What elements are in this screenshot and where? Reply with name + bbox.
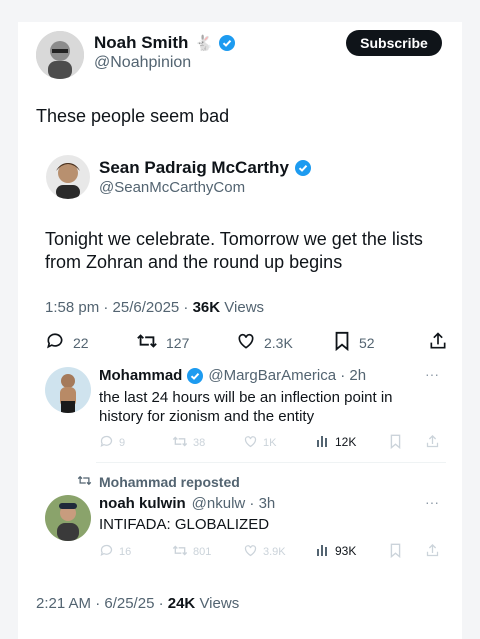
reply2-like-button[interactable]: 3.9K	[243, 543, 286, 561]
more-options-icon[interactable]: ···	[425, 366, 439, 382]
views-chart-icon	[316, 542, 330, 559]
reply2-bookmark-button[interactable]	[389, 543, 402, 561]
like-count: 2.3K	[264, 334, 293, 351]
verified-badge-icon	[219, 35, 236, 51]
reply2-views-count: 93K	[335, 543, 357, 558]
reply1-reply-count: 9	[119, 437, 126, 449]
verified-badge-icon	[187, 367, 204, 384]
outer-author-handle[interactable]: @Noahpinion	[94, 54, 191, 72]
reply1-retweet-count: 38	[193, 437, 206, 449]
repost-icon	[77, 474, 92, 490]
noah-kulwin-avatar[interactable]	[45, 495, 91, 541]
reply1-reply-button[interactable]: 9	[99, 434, 125, 452]
repost-label[interactable]: Mohammad reposted	[99, 474, 240, 490]
retweet-icon	[172, 543, 188, 561]
heart-icon	[236, 331, 256, 354]
quoted-views-label: Views	[220, 299, 265, 316]
like-button[interactable]: 2.3K	[236, 331, 293, 354]
mohammad-avatar[interactable]	[45, 367, 91, 413]
reply1-text-line2: history for zionism and the entity	[99, 408, 315, 425]
reply2-text: INTIFADA: GLOBALIZED	[99, 516, 270, 533]
bookmark-count: 52	[359, 334, 375, 351]
reply-divider	[96, 462, 446, 463]
views-chart-icon	[316, 433, 330, 450]
reply2-reply-count: 16	[119, 546, 132, 558]
reply2-author-name[interactable]: noah kulwin	[99, 495, 186, 512]
reply1-like-button[interactable]: 1K	[243, 434, 276, 452]
quoted-text-line2: from Zohran and the round up begins	[45, 252, 343, 272]
heart-icon	[243, 434, 258, 452]
reply2-author-handle[interactable]: @nkulw · 3h	[192, 495, 276, 512]
reply-icon	[99, 543, 114, 561]
retweet-icon	[172, 434, 188, 452]
quoted-author-name[interactable]: Sean Padraig McCarthy	[99, 158, 289, 178]
reply1-author-name[interactable]: Mohammad	[99, 367, 182, 384]
bookmark-icon	[389, 543, 402, 561]
reply2-share-button[interactable]	[425, 543, 440, 561]
quoted-timestamp[interactable]: 1:58 pm · 25/6/2025 ·	[45, 299, 193, 316]
outer-timestamp[interactable]: 2:21 AM · 6/25/25 ·	[36, 595, 168, 612]
quoted-author-handle[interactable]: @SeanMcCarthyCom	[99, 179, 245, 196]
retweet-button[interactable]: 127	[136, 331, 189, 354]
outer-tweet-text: These people seem bad	[36, 106, 230, 126]
retweet-count: 127	[166, 334, 190, 351]
reply1-like-count: 1K	[263, 437, 277, 449]
verified-badge-icon	[294, 160, 311, 176]
more-options-icon[interactable]: ···	[425, 494, 439, 510]
reply1-views[interactable]: 12K	[316, 433, 356, 450]
bookmark-icon	[333, 331, 351, 354]
outer-author-name[interactable]: Noah Smith	[94, 33, 188, 53]
reply-icon	[99, 434, 114, 452]
reply-button[interactable]: 22	[45, 331, 89, 354]
reply1-views-count: 12K	[335, 434, 357, 449]
reply2-retweet-button[interactable]: 801	[172, 543, 211, 561]
reply1-share-button[interactable]	[425, 434, 440, 452]
share-icon	[428, 331, 448, 354]
outer-views-label: Views	[195, 595, 240, 612]
reply2-views[interactable]: 93K	[316, 542, 356, 559]
reply1-text-line1: the last 24 hours will be an inflection …	[99, 389, 393, 406]
quoted-views-count: 36K	[192, 299, 221, 316]
reply-icon	[45, 331, 65, 354]
reply2-retweet-count: 801	[193, 546, 212, 558]
subscribe-button[interactable]: Subscribe	[346, 30, 442, 56]
reply1-bookmark-button[interactable]	[389, 434, 402, 452]
heart-icon	[243, 543, 258, 561]
quoted-text-line1: Tonight we celebrate. Tomorrow we get th…	[45, 229, 423, 249]
noah-smith-avatar[interactable]	[36, 31, 84, 79]
reply2-reply-button[interactable]: 16	[99, 543, 131, 561]
sean-mccarthy-avatar[interactable]	[46, 155, 90, 199]
share-icon	[425, 543, 440, 561]
reply-count: 22	[73, 334, 89, 351]
outer-views-count: 24K	[167, 595, 196, 612]
reply1-author-handle[interactable]: @MargBarAmerica · 2h	[208, 367, 366, 384]
share-button[interactable]	[428, 331, 448, 354]
retweet-icon	[136, 331, 158, 354]
reply1-retweet-button[interactable]: 38	[172, 434, 205, 452]
share-icon	[425, 434, 440, 452]
reply2-like-count: 3.9K	[263, 546, 286, 558]
rabbit-icon: 🐇	[194, 35, 214, 52]
bookmark-icon	[389, 434, 402, 452]
bookmark-button[interactable]: 52	[333, 331, 375, 354]
